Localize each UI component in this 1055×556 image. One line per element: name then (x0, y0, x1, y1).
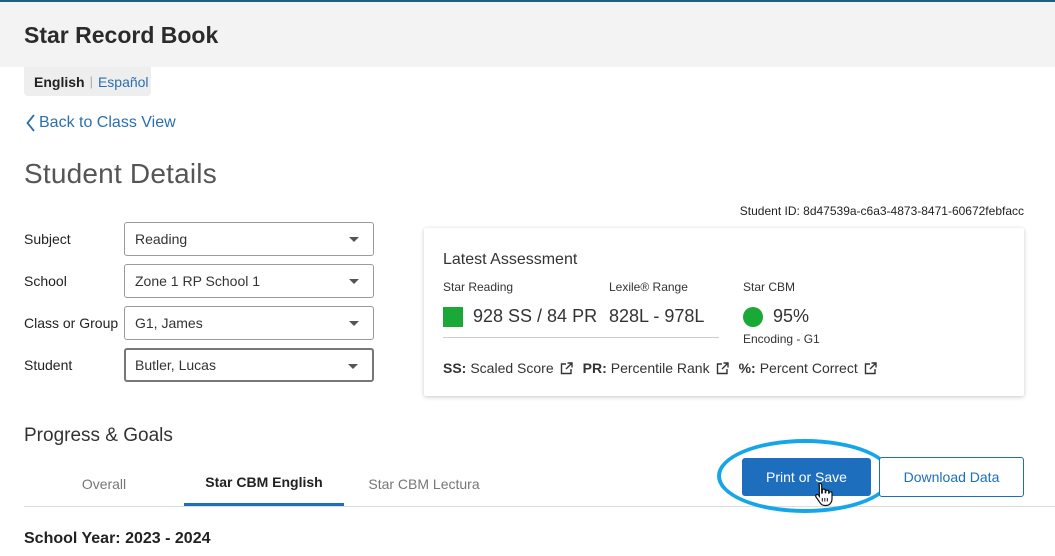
language-english[interactable]: English (34, 74, 85, 90)
school-row: School Zone 1 RP School 1 (24, 264, 374, 298)
app-header: Star Record Book (0, 2, 1055, 67)
green-circle-indicator (743, 306, 763, 327)
star-cbm-sub: Encoding - G1 (743, 332, 820, 346)
caret-down-icon (348, 364, 358, 369)
print-or-save-button[interactable]: Print or Save (742, 458, 871, 496)
back-to-class-view-link[interactable]: Back to Class View (26, 114, 176, 132)
school-select[interactable]: Zone 1 RP School 1 (124, 264, 374, 298)
chevron-left-icon (26, 114, 35, 132)
star-reading-label: Star Reading (443, 280, 514, 294)
score-legend: SS: Scaled Score PR: Percentile Rank %: … (443, 360, 887, 376)
lexile-range: 828L - 978L (609, 306, 704, 327)
download-data-button[interactable]: Download Data (879, 457, 1024, 497)
star-cbm-value: 95% (773, 306, 810, 326)
language-espanol-link[interactable]: Español (98, 74, 149, 90)
student-value: Butler, Lucas (135, 357, 216, 373)
lexile-label: Lexile® Range (609, 280, 688, 294)
caret-down-icon (349, 279, 359, 284)
external-link-icon[interactable] (560, 361, 573, 375)
student-row: Student Butler, Lucas (24, 348, 374, 382)
caret-down-icon (349, 321, 359, 326)
subject-select[interactable]: Reading (124, 222, 374, 256)
class-value: G1, James (135, 315, 203, 331)
tab-star-cbm-lectura[interactable]: Star CBM Lectura (344, 461, 504, 506)
star-cbm-label: Star CBM (743, 280, 796, 294)
star-reading-score: 928 SS / 84 PR (443, 306, 597, 327)
card-title: Latest Assessment (443, 251, 578, 268)
student-label: Student (24, 357, 73, 373)
language-separator: | (89, 74, 93, 89)
back-link-label: Back to Class View (39, 114, 176, 131)
external-link-icon[interactable] (716, 361, 729, 375)
latest-assessment-card: Latest Assessment Star Reading 928 SS / … (424, 228, 1024, 396)
divider (443, 337, 719, 338)
legend-abbr: %: (738, 360, 756, 376)
class-label: Class or Group (24, 315, 119, 331)
tab-star-cbm-english[interactable]: Star CBM English (184, 461, 344, 506)
page-title: Student Details (24, 158, 217, 189)
caret-down-icon (349, 237, 359, 242)
student-id: Student ID: 8d47539a-c6a3-4873-8471-6067… (739, 204, 1024, 218)
class-row: Class or Group G1, James (24, 306, 374, 340)
green-square-indicator (443, 306, 463, 327)
hand-pointer-icon (815, 482, 833, 507)
legend-text: Percentile Rank (610, 360, 710, 376)
class-select[interactable]: G1, James (124, 306, 374, 340)
star-cbm-score: 95% (743, 306, 809, 327)
school-year: School Year: 2023 - 2024 (24, 530, 211, 547)
lexile-value: 828L - 978L (609, 306, 705, 326)
star-reading-value: 928 SS / 84 PR (473, 306, 598, 326)
school-value: Zone 1 RP School 1 (135, 273, 261, 289)
subject-label: Subject (24, 231, 71, 247)
progress-goals-title: Progress & Goals (24, 425, 173, 446)
tab-overall[interactable]: Overall (24, 461, 184, 506)
external-link-icon[interactable] (864, 361, 877, 375)
legend-text: Percent Correct (759, 360, 858, 376)
subject-row: Subject Reading (24, 222, 374, 256)
student-select[interactable]: Butler, Lucas (124, 348, 374, 382)
legend-abbr: SS: (443, 360, 467, 376)
legend-abbr: PR: (582, 360, 607, 376)
app-title: Star Record Book (24, 22, 219, 48)
legend-text: Scaled Score (470, 360, 554, 376)
language-switcher: English | Español (24, 67, 151, 96)
school-label: School (24, 273, 67, 289)
subject-value: Reading (135, 231, 188, 247)
